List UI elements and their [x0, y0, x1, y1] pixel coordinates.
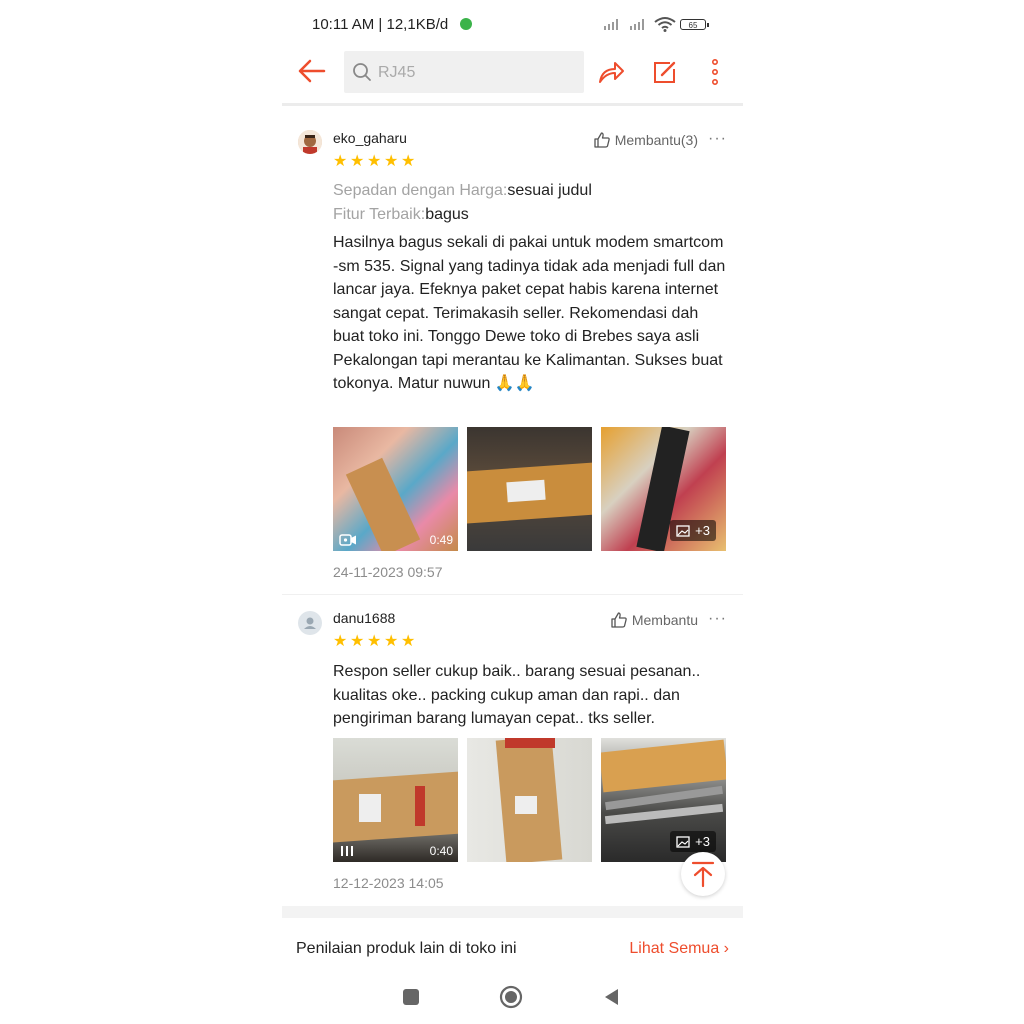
app-bar [282, 48, 743, 100]
review-card: danu1688 Membantu ··· ★ ★ ★ ★ ★ Respon selle… [282, 600, 743, 900]
battery-icon: 65 [680, 19, 709, 30]
video-icon [339, 534, 356, 546]
star-icon: ★ [350, 633, 365, 650]
image-icon [676, 835, 690, 848]
helpful-button[interactable]: Membantu(3) [593, 131, 698, 149]
reviewer-name[interactable]: eko_gaharu [333, 130, 407, 146]
avatar [298, 130, 322, 154]
scroll-to-top-button[interactable] [681, 852, 725, 896]
thumbs-up-icon [594, 132, 610, 148]
signal-icon-2 [630, 19, 644, 30]
star-icon: ★ [350, 153, 365, 170]
review-photo[interactable] [467, 427, 592, 551]
helpful-button[interactable]: Membantu [610, 611, 698, 629]
helpful-label: Membantu(3) [614, 132, 698, 148]
video-duration: 0:40 [429, 844, 453, 858]
section-gap [282, 906, 743, 918]
star-icon: ★ [384, 633, 399, 650]
review-photo[interactable] [467, 738, 592, 862]
home-icon[interactable] [499, 985, 523, 1009]
review-media: 0:49 +3 [333, 427, 726, 551]
system-nav-bar [282, 972, 743, 1024]
see-all-label: Lihat Semua [629, 940, 720, 957]
shop-reviews-row: Penilaian produk lain di toko ini Lihat … [282, 926, 743, 972]
share-icon[interactable] [596, 58, 626, 86]
shop-reviews-title: Penilaian produk lain di toko ini [296, 940, 517, 957]
download-app-icon [460, 18, 472, 30]
attribute-value: bagus [425, 206, 469, 223]
signal-icon [604, 19, 618, 30]
arrow-up-icon [691, 861, 715, 888]
pause-icon [341, 846, 353, 856]
video-duration: 0:49 [429, 533, 453, 547]
back-icon[interactable] [602, 987, 622, 1007]
thumbs-up-icon [611, 612, 627, 628]
review-card: eko_gaharu Membantu(3) ··· ★ ★ ★ ★ ★ Sepadan… [282, 120, 743, 595]
star-icon: ★ [367, 153, 382, 170]
search-box[interactable] [344, 51, 584, 93]
rating-stars: ★ ★ ★ ★ ★ [333, 633, 416, 650]
review-date: 12-12-2023 14:05 [333, 875, 444, 891]
image-icon [676, 524, 690, 537]
avatar [298, 611, 322, 635]
back-arrow-icon[interactable] [296, 56, 328, 86]
star-icon: ★ [384, 153, 399, 170]
review-video-thumbnail[interactable]: 0:40 [333, 738, 458, 862]
recent-apps-icon[interactable] [402, 988, 420, 1006]
star-icon: ★ [367, 633, 382, 650]
see-all-link[interactable]: Lihat Semua › [629, 940, 729, 958]
phone-screen: 10:11 AM | 12,1KB/d 65 RJ45 eko_gaharu M… [282, 0, 743, 1024]
review-text: Hasilnya bagus sekali di pakai untuk mod… [333, 234, 726, 392]
review-text: Respon seller cukup baik.. barang sesuai… [333, 663, 701, 727]
attribute-key: Sepadan dengan Harga: [333, 182, 508, 199]
review-date: 24-11-2023 09:57 [333, 564, 443, 580]
attribute-value: sesuai judul [507, 182, 592, 199]
rating-stars: ★ ★ ★ ★ ★ [333, 153, 416, 170]
star-icon: ★ [333, 153, 348, 170]
star-icon: ★ [401, 633, 416, 650]
more-photos-count: +3 [695, 834, 710, 849]
review-attribute: Fitur Terbaik:bagus [333, 206, 469, 224]
more-photos-count: +3 [695, 523, 710, 538]
more-options-button[interactable]: ··· [708, 610, 727, 628]
star-icon: ★ [333, 633, 348, 650]
search-icon [353, 63, 371, 81]
star-icon: ★ [401, 153, 416, 170]
search-input[interactable] [376, 60, 570, 86]
status-time: 10:11 AM | 12,1KB/d [312, 16, 449, 33]
attribute-key: Fitur Terbaik: [333, 206, 426, 223]
review-media: 0:40 +3 [333, 738, 726, 862]
reviewer-name[interactable]: danu1688 [333, 610, 395, 626]
review-divider [282, 594, 743, 595]
review-attribute: Sepadan dengan Harga:sesuai judul [333, 182, 592, 200]
more-vertical-icon[interactable] [700, 58, 730, 86]
review-video-thumbnail[interactable]: 0:49 [333, 427, 458, 551]
edit-icon[interactable] [650, 58, 680, 86]
status-bar: 10:11 AM | 12,1KB/d 65 [282, 0, 743, 48]
helpful-label: Membantu [631, 612, 698, 628]
more-photos-badge[interactable]: +3 [670, 520, 716, 541]
review-photo[interactable]: +3 [601, 738, 726, 862]
app-bar-divider [282, 103, 743, 106]
more-options-button[interactable]: ··· [708, 130, 727, 148]
wifi-icon [654, 17, 676, 32]
chevron-right-icon: › [723, 940, 729, 957]
more-photos-badge[interactable]: +3 [670, 831, 716, 852]
review-photo[interactable]: +3 [601, 427, 726, 551]
